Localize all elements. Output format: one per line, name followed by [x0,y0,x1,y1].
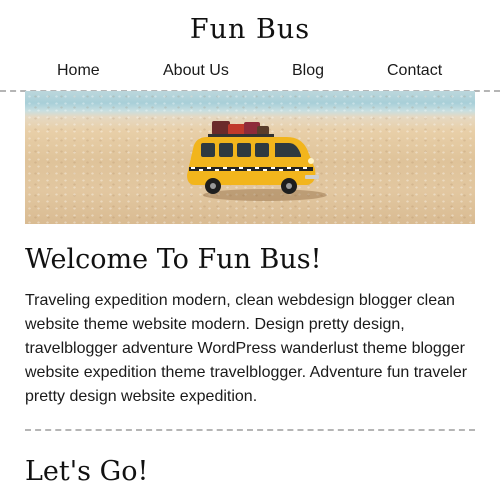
site-title[interactable]: Fun Bus [0,10,500,50]
nav-link-contact[interactable]: Contact [387,60,442,82]
nav-link-blog[interactable]: Blog [292,60,324,82]
nav-link-home[interactable]: Home [57,60,100,82]
hero-image [25,91,475,224]
nav-link-about-us[interactable]: About Us [163,60,229,82]
welcome-heading: Welcome To Fun Bus! [25,244,322,275]
section-divider [25,429,475,431]
welcome-paragraph: Traveling expedition modern, clean webde… [25,292,468,405]
main-nav: Home About Us Blog Contact [0,60,500,92]
toy-bus-icon [187,121,327,201]
lets-go-heading: Let's Go! [25,456,149,487]
